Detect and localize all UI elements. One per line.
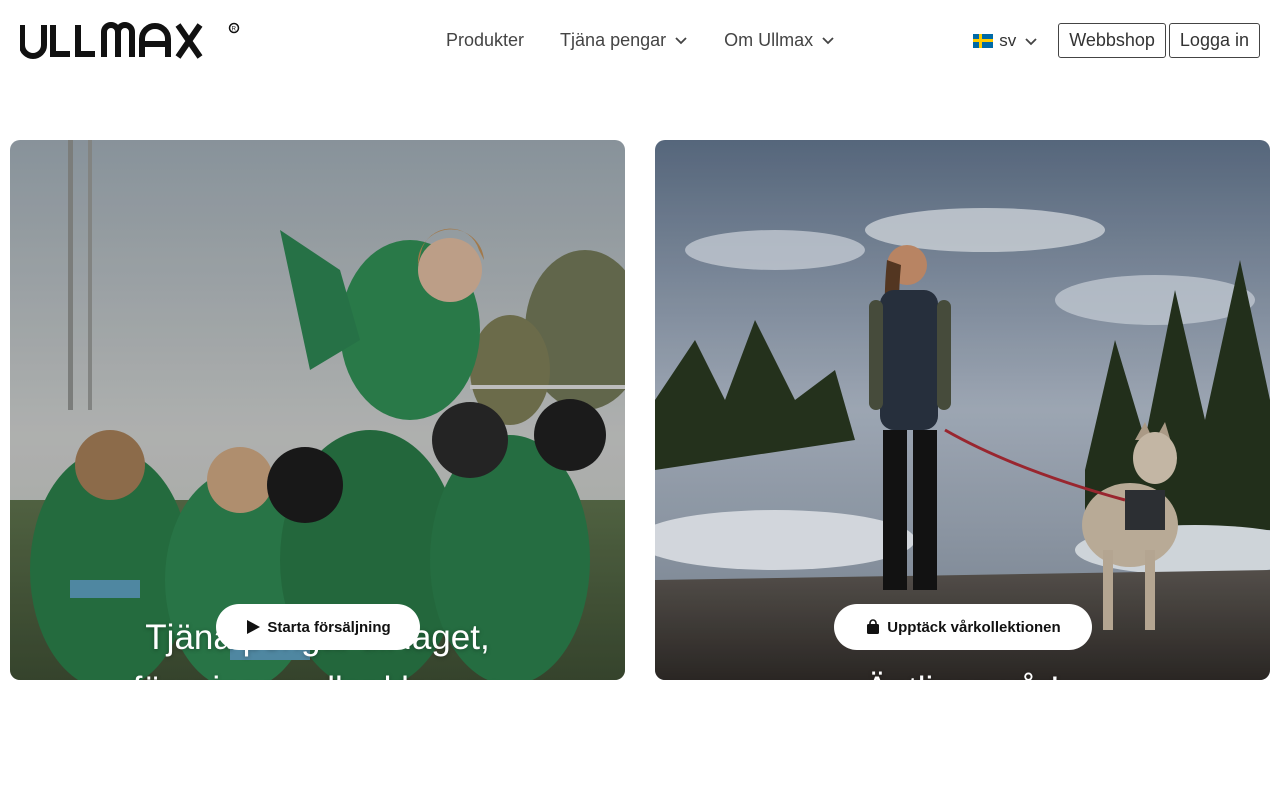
sweden-flag-icon [973,33,994,48]
nav-item-label: Tjäna pengar [560,29,667,50]
webshop-button[interactable]: Webbshop [1058,23,1166,58]
nav-item-tjana-pengar[interactable]: Tjäna pengar [560,30,688,51]
discover-spring-collection-label: Upptäck vårkollektionen [887,618,1061,636]
site-header: R Produkter Tjäna pengar Om Ullmax sv We… [0,0,1280,80]
nav-item-produkter[interactable]: Produkter [446,30,524,51]
language-code: sv [999,30,1017,50]
play-icon [245,619,261,635]
woman-with-dog-photo [655,140,1270,680]
hero-card-spring[interactable]: Äntligen vår! [655,140,1270,680]
hero-card-fundraising[interactable]: Tjäna pengar till laget, föreningen elle… [10,140,625,680]
chevron-down-icon [1024,34,1038,48]
start-sales-button[interactable]: Starta försäljning [216,604,420,650]
chevron-down-icon [674,33,688,47]
header-actions: sv Webbshop Logga in [973,23,1260,58]
chevron-down-icon [821,33,835,47]
team-celebration-photo [10,140,625,680]
nav-item-label: Om Ullmax [724,29,814,50]
hero-spring-heading: Äntligen vår! [655,664,1270,680]
language-selector[interactable]: sv [973,31,1038,51]
ullmax-logo[interactable]: R [20,22,242,60]
nav-item-label: Produkter [446,29,525,50]
start-sales-label: Starta försäljning [267,618,391,636]
hero-fundraising-line2: föreningen eller klassen [10,664,625,680]
ullmax-logo-mark: R [20,22,240,59]
svg-text:R: R [232,26,237,32]
login-button[interactable]: Logga in [1168,23,1260,58]
shopping-bag-icon [865,619,881,635]
nav-item-om-ullmax[interactable]: Om Ullmax [724,30,835,51]
discover-spring-collection-button[interactable]: Upptäck vårkollektionen [834,604,1092,650]
main-nav: Produkter Tjäna pengar Om Ullmax [446,28,835,52]
